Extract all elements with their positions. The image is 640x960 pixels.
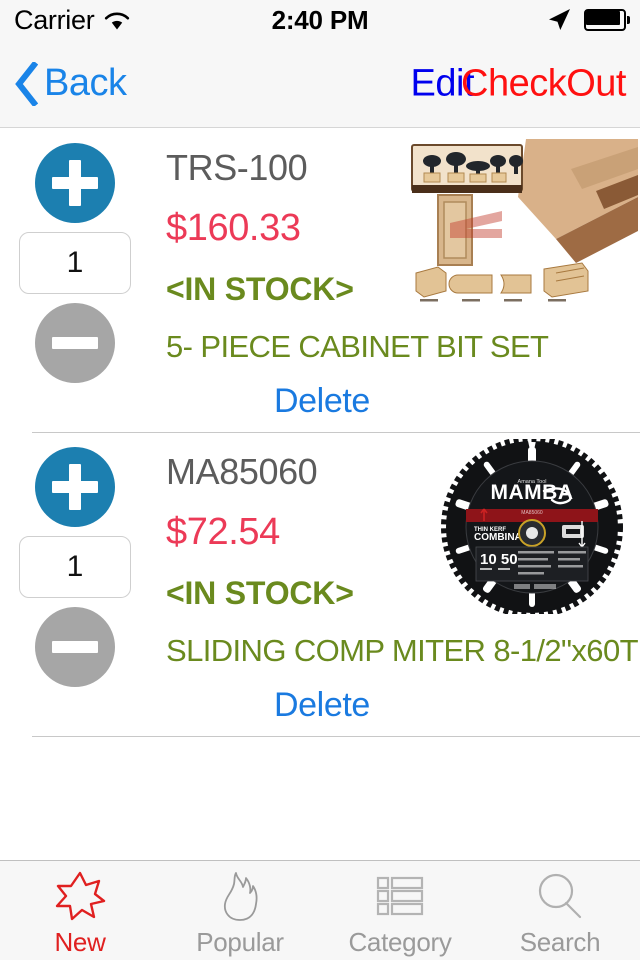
quantity-input[interactable]: 1 <box>19 232 131 294</box>
back-button[interactable]: Back <box>14 61 127 106</box>
quantity-input[interactable]: 1 <box>19 536 131 598</box>
back-button-label: Back <box>44 62 127 104</box>
cart-item-row: 1 MA85060 $72.54 <IN STOCK> SLIDING COMP… <box>0 433 640 737</box>
chevron-left-icon <box>14 61 38 106</box>
product-sku: MA85060 <box>166 451 318 492</box>
svg-text:MA85060: MA85060 <box>521 510 543 516</box>
magnifier-icon <box>535 869 585 923</box>
tab-category-label: Category <box>348 927 452 957</box>
tab-new[interactable]: New <box>0 861 160 960</box>
product-thumbnail[interactable]: MAMBA Amana Tool MA85060 THIN KERF COMBI… <box>432 439 632 614</box>
decrement-quantity-button[interactable] <box>35 607 115 687</box>
tab-new-label: New <box>54 927 106 957</box>
battery-full-icon <box>584 9 630 31</box>
decrement-quantity-button[interactable] <box>35 303 115 383</box>
app-root: Carrier 2:40 PM Back Edit CheckOut 1 TRS… <box>0 0 640 960</box>
product-description: 5- PIECE CABINET BIT SET <box>166 329 549 364</box>
row-separator <box>32 736 640 737</box>
quantity-stepper: 1 <box>18 143 132 383</box>
list-rows-icon <box>375 869 425 923</box>
tab-bar: New Popular Category Search <box>0 860 640 960</box>
navigation-bar: Back Edit CheckOut <box>0 40 640 128</box>
quantity-stepper: 1 <box>18 447 132 687</box>
tab-category[interactable]: Category <box>320 861 480 960</box>
product-price: $160.33 <box>166 207 301 249</box>
svg-text:Amana Tool: Amana Tool <box>518 479 547 485</box>
product-sku: TRS-100 <box>166 147 308 188</box>
delete-item-button[interactable]: Delete <box>274 686 370 725</box>
product-description: SLIDING COMP MITER 8-1/2"x60T <box>166 633 639 668</box>
svg-text:10 50: 10 50 <box>480 551 518 568</box>
cart-item-row: 1 TRS-100 $160.33 <IN STOCK> 5- PIECE CA… <box>0 129 640 433</box>
flame-icon <box>217 869 263 923</box>
stock-status-badge: <IN STOCK> <box>166 271 354 307</box>
tab-popular-label: Popular <box>196 927 284 957</box>
status-bar: Carrier 2:40 PM <box>0 0 640 40</box>
cart-list[interactable]: 1 TRS-100 $160.33 <IN STOCK> 5- PIECE CA… <box>0 129 640 860</box>
increment-quantity-button[interactable] <box>35 143 115 223</box>
tab-popular[interactable]: Popular <box>160 861 320 960</box>
tab-search-label: Search <box>519 927 601 957</box>
delete-item-button[interactable]: Delete <box>274 382 370 421</box>
location-arrow-icon <box>546 7 572 33</box>
clock-label: 2:40 PM <box>271 4 369 35</box>
product-price: $72.54 <box>166 511 280 553</box>
product-thumbnail[interactable] <box>406 139 638 307</box>
star-burst-icon <box>54 869 106 923</box>
checkout-button[interactable]: CheckOut <box>461 62 626 105</box>
status-bar-right <box>546 7 630 33</box>
tab-search[interactable]: Search <box>480 861 640 960</box>
stock-status-badge: <IN STOCK> <box>166 575 354 611</box>
increment-quantity-button[interactable] <box>35 447 115 527</box>
